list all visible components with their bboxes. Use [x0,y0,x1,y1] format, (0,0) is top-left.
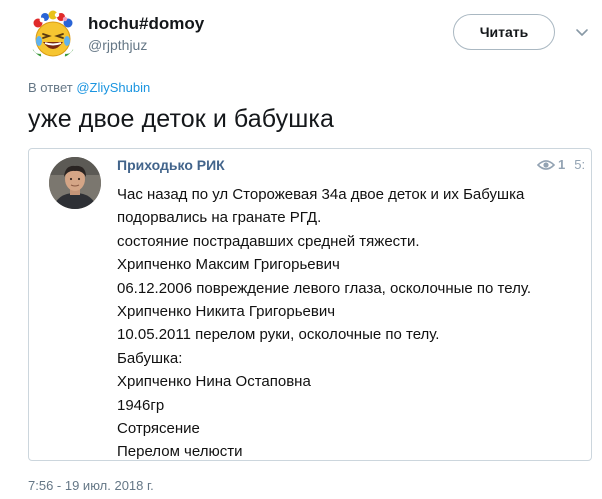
follow-button[interactable]: Читать [453,14,555,50]
author-avatar[interactable] [28,10,78,60]
tweet-text: уже двое деток и бабушка [28,105,334,133]
laughing-emoji-icon [30,10,76,57]
post-line: подорвались на гранате РГД. [117,209,322,227]
post-line: Перелом челюсти [117,443,243,461]
reply-to-link[interactable]: @ZliyShubin [76,80,150,95]
card-author-name: Приходько РИК [117,157,225,173]
author-name[interactable]: hochu#domoy [88,14,204,34]
post-time: 5: [574,157,586,172]
post-line: 1946гр [117,396,165,414]
post-line: Сотрясение [117,419,200,437]
author-handle[interactable]: @rjpthjuz [88,37,147,53]
reply-prefix: В ответ [28,80,77,95]
views-count: 1 [558,157,566,172]
card-author-avatar [49,157,101,209]
tweet-media-image[interactable]: Приходько РИК 1 5: Час назад по ул Сторо… [28,148,592,461]
post-line: Хрипченко Максим Григорьевич [117,256,340,274]
card-meta: 1 5: [537,157,585,172]
chevron-down-icon [576,29,588,36]
post-line: Бабушка: [117,349,183,367]
post-line: состояние пострадавших средней тяжести. [117,232,420,250]
post-text: Час назад по ул Сторожевая 34а двое дето… [117,183,532,461]
tweet-timestamp[interactable]: 7:56 - 19 июл. 2018 г. [28,478,154,493]
post-line: Хрипченко Нина Остаповна [117,373,311,391]
post-line: Час назад по ул Сторожевая 34а двое дето… [117,186,525,203]
eye-icon [537,159,555,170]
post-line: 10.05.2011 перелом руки, осколочные по т… [117,326,440,344]
tweet-page: hochu#domoy @rjpthjuz Читать В ответ @Zl… [0,0,602,499]
person-photo-icon [49,157,101,209]
post-line: Хрипченко Никита Григорьевич [117,302,336,320]
post-line: 06.12.2006 повреждение левого глаза, оск… [117,279,532,297]
more-options-button[interactable] [574,26,590,38]
reply-context: В ответ @ZliyShubin [28,80,150,95]
